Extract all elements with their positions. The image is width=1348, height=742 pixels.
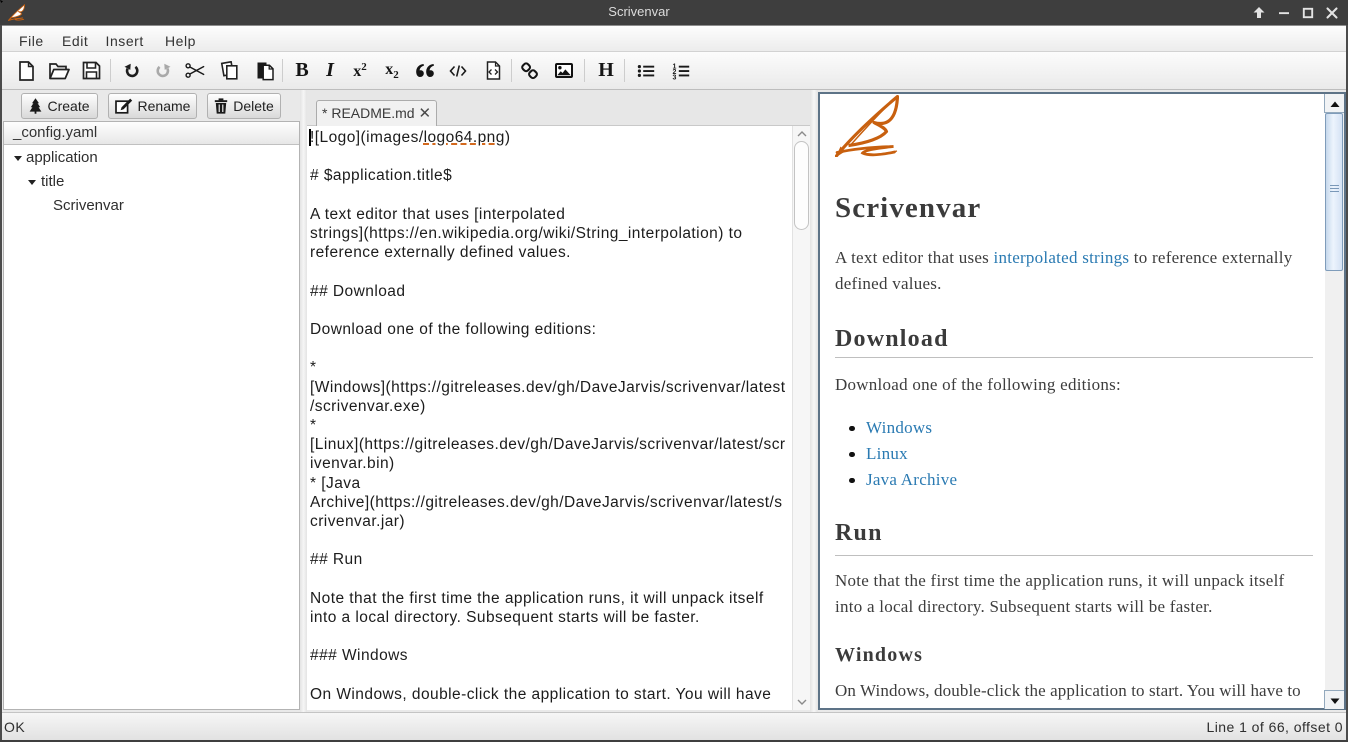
- svg-text:3: 3: [673, 74, 677, 80]
